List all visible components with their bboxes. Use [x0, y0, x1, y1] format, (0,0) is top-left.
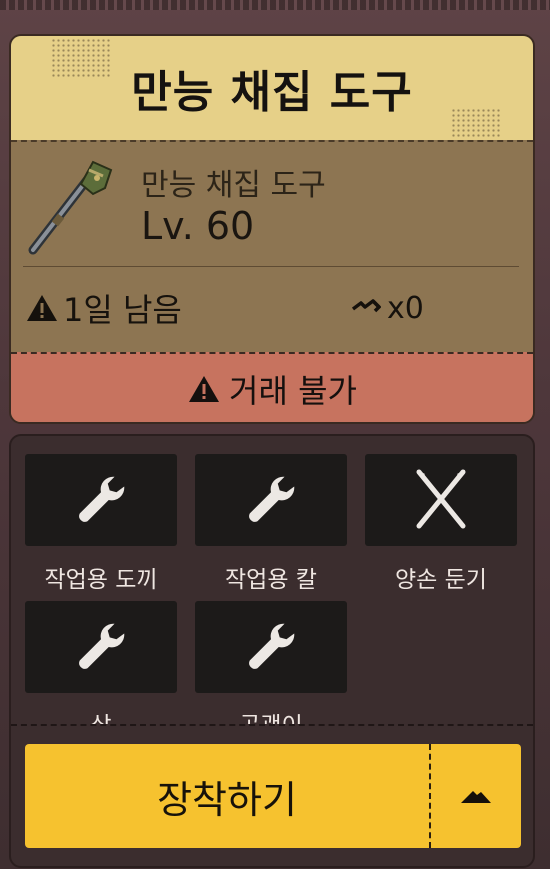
warning-icon — [27, 295, 57, 321]
shovel-tool-icon — [28, 160, 113, 255]
item-card-header: 만능 채집 도구 — [11, 36, 533, 140]
untradeable-banner: 거래 불가 — [11, 352, 533, 422]
crossed-swords-icon — [416, 469, 466, 529]
item-level: Lv. 60 — [141, 204, 255, 248]
info-divider — [23, 266, 519, 267]
tool-slot-knife[interactable] — [195, 454, 347, 546]
tool-slot-label: 양손 둔기 — [395, 567, 487, 593]
warning-icon — [189, 376, 220, 402]
wrench-icon — [249, 476, 295, 522]
tool-slot-list: 작업용 도끼 작업용 칼 양손 둔기 삽 — [11, 436, 533, 724]
durability-days-stat: 1일 남음 — [25, 286, 182, 330]
repair-count-text: x0 — [387, 290, 424, 326]
action-bar: 장착하기 — [11, 724, 533, 866]
wrench-icon — [79, 476, 125, 522]
tool-slot-shovel[interactable] — [25, 601, 177, 693]
equip-button-label: 장착하기 — [157, 777, 297, 822]
tool-slot-two-handed-mace[interactable] — [365, 454, 517, 546]
tool-slot-label: 삽 — [25, 706, 177, 724]
tool-slot-pickaxe[interactable] — [195, 601, 347, 693]
equipment-panel: 작업용 도끼 작업용 칼 양손 둔기 삽 — [9, 434, 535, 868]
top-frame-border — [0, 0, 550, 10]
equip-button[interactable]: 장착하기 — [25, 744, 429, 848]
expand-button[interactable] — [429, 744, 521, 848]
days-left-text: 1일 남음 — [63, 291, 182, 329]
tool-slot-label: 곡괭이 — [195, 706, 347, 724]
caret-up-icon — [461, 791, 491, 803]
repair-hammer-icon — [351, 299, 381, 313]
item-info-body: 만능 채집 도구 Lv. 60 1일 남음 x0 — [11, 140, 533, 354]
texture-speckle — [451, 108, 501, 138]
tool-slot-label: 작업용 칼 — [225, 567, 317, 593]
untradeable-text: 거래 불가 — [229, 372, 357, 410]
wrench-icon — [79, 623, 125, 669]
item-title: 만능 채집 도구 — [131, 67, 413, 118]
item-detail-card: 만능 채집 도구 만능 채집 도구 Lv. 60 1일 남음 x0 거래 불가 — [9, 34, 535, 424]
item-name: 만능 채집 도구 — [141, 168, 326, 203]
wrench-icon — [249, 623, 295, 669]
texture-speckle — [51, 38, 111, 78]
repair-count-stat: x0 — [351, 286, 424, 330]
tool-slot-label: 작업용 도끼 — [44, 567, 158, 593]
tool-slot-axe[interactable] — [25, 454, 177, 546]
